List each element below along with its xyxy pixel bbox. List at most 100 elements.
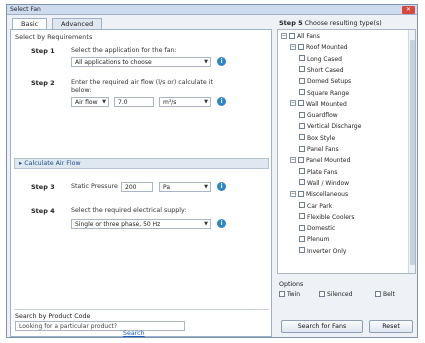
tree-item[interactable]: Long Cased xyxy=(299,55,342,64)
tree-item[interactable]: − All Fans xyxy=(281,32,320,41)
tree-item-checkbox[interactable] xyxy=(298,43,304,50)
option-belt-label: Belt xyxy=(383,291,395,298)
tree-item-checkbox[interactable] xyxy=(298,100,304,107)
info-icon[interactable]: i xyxy=(217,219,226,228)
left-panel: Basic Advanced Select by Requirements St… xyxy=(10,18,272,337)
tree-item[interactable]: − Miscellaneous xyxy=(290,190,349,199)
tree-expander-icon[interactable]: − xyxy=(290,100,296,107)
tree-item-label: Plate Fans xyxy=(307,168,338,176)
tree-item-label: Square Range xyxy=(307,89,350,97)
tree-item-label: Box Style xyxy=(307,134,336,142)
section-title: Select by Requirements xyxy=(15,33,93,41)
pressure-unit-value: Pa xyxy=(163,184,171,191)
tree-item-checkbox[interactable] xyxy=(299,66,305,73)
tree-item-label: Panel Mounted xyxy=(306,157,351,165)
tree-item[interactable]: Domestic xyxy=(299,224,335,233)
tree-item-checkbox[interactable] xyxy=(299,134,305,141)
electrical-supply-select[interactable]: Single or three phase, 50 Hz ▼ xyxy=(71,219,211,229)
tree-item[interactable]: Inverter Only xyxy=(299,247,347,256)
tab-advanced[interactable]: Advanced xyxy=(52,18,103,29)
tree-item-checkbox[interactable] xyxy=(299,145,305,152)
tree-scrollbar[interactable] xyxy=(408,30,415,273)
tree-item[interactable]: Guardflow xyxy=(299,111,338,120)
tree-item-checkbox[interactable] xyxy=(299,168,305,175)
tree-item-label: Long Cased xyxy=(307,55,342,63)
tree-item-label: Car Park xyxy=(307,202,333,210)
option-twin-label: Twin xyxy=(287,291,301,298)
option-silenced-label: Silenced xyxy=(327,291,353,298)
tree-item-label: Roof Mounted xyxy=(306,44,348,52)
tree-item-label: Domed Setups xyxy=(307,78,352,86)
tree-item[interactable]: Square Range xyxy=(299,89,350,98)
scrollbar-thumb[interactable] xyxy=(410,40,415,265)
tree-item-checkbox[interactable] xyxy=(299,202,305,208)
tree-item-checkbox[interactable] xyxy=(299,247,305,254)
option-belt[interactable]: Belt xyxy=(375,290,395,299)
info-icon[interactable]: i xyxy=(217,57,226,66)
tree-item-checkbox[interactable] xyxy=(298,156,304,163)
search-code-label: Search by Product Code xyxy=(15,313,91,320)
tree-item[interactable]: Box Style xyxy=(299,134,336,143)
checkbox-silenced[interactable] xyxy=(319,290,325,297)
tree-item[interactable]: Short Cased xyxy=(299,66,344,75)
close-button[interactable]: ✕ xyxy=(402,6,415,14)
reset-button[interactable]: Reset xyxy=(369,320,413,333)
search-for-fans-button[interactable]: Search for Fans xyxy=(281,320,363,333)
static-pressure-input[interactable]: 200 xyxy=(121,182,153,192)
tree-item-checkbox[interactable] xyxy=(298,190,304,197)
application-select[interactable]: All applications to choose ▼ xyxy=(71,57,211,67)
info-icon[interactable]: i xyxy=(217,97,226,106)
tree-item[interactable]: Panel Fans xyxy=(299,145,339,154)
airflow-input[interactable]: 7.0 xyxy=(114,97,154,107)
fan-type-tree[interactable]: − All Fans − Roof Mounted Long Cased Short Ca… xyxy=(277,29,416,274)
tree-item[interactable]: Wall / Window xyxy=(299,179,350,188)
tree-item[interactable]: Vertical Discharge xyxy=(299,122,362,131)
basic-tab-panel: Select by Requirements Step 1 Select the… xyxy=(10,29,272,337)
chevron-down-icon: ▼ xyxy=(204,184,208,190)
tree-item-checkbox[interactable] xyxy=(299,77,305,84)
tree-item-checkbox[interactable] xyxy=(299,55,305,62)
tab-advanced-label: Advanced xyxy=(61,20,94,28)
tree-expander-icon[interactable]: − xyxy=(290,156,296,163)
tree-item-label: Miscellaneous xyxy=(306,191,349,199)
calculate-airflow-label: Calculate Air Flow xyxy=(24,160,81,167)
info-icon[interactable]: i xyxy=(217,182,226,191)
tree-item[interactable]: Plate Fans xyxy=(299,168,338,177)
tree-item-checkbox[interactable] xyxy=(299,179,305,186)
tree-item-checkbox[interactable] xyxy=(299,111,305,118)
tree-expander-icon[interactable]: − xyxy=(281,32,287,39)
airflow-unit-select[interactable]: m³/s ▼ xyxy=(159,97,211,107)
tree-item[interactable]: Car Park xyxy=(299,202,333,211)
tree-item-checkbox[interactable] xyxy=(299,122,305,129)
product-code-input[interactable]: Looking for a particular product? xyxy=(15,321,185,331)
airflow-type-select[interactable]: Air flow ▼ xyxy=(71,97,109,107)
tree-item[interactable]: Flexible Coolers xyxy=(299,213,354,222)
tree-item[interactable]: − Roof Mounted xyxy=(290,43,348,52)
tree-item[interactable]: − Panel Mounted xyxy=(290,156,351,165)
tree-item-label: Inverter Only xyxy=(307,247,347,255)
tree-expander-icon[interactable]: − xyxy=(290,43,296,50)
search-link[interactable]: Search xyxy=(123,330,145,337)
tree-item[interactable]: − Wall Mounted xyxy=(290,100,347,109)
tree-item[interactable]: Domed Setups xyxy=(299,77,352,86)
window-title: Select Fan xyxy=(10,6,41,13)
step1-description: Select the application for the fan: xyxy=(71,47,177,54)
checkbox-twin[interactable] xyxy=(279,290,285,297)
tree-item-label: Panel Fans xyxy=(307,146,339,153)
calculate-airflow-expander[interactable]: ▸ Calculate Air Flow xyxy=(14,158,269,169)
tree-item-checkbox[interactable] xyxy=(299,213,305,220)
tree-item-checkbox[interactable] xyxy=(299,89,305,95)
checkbox-belt[interactable] xyxy=(375,290,381,297)
tree-item-checkbox[interactable] xyxy=(299,235,305,242)
tree-item-label: Wall / Window xyxy=(307,179,350,187)
tree-item[interactable]: Plenum xyxy=(299,235,329,244)
select-fan-window: Select Fan ✕ Basic Advanced Select by Re… xyxy=(6,4,418,338)
tree-item-checkbox[interactable] xyxy=(299,224,305,231)
tree-item-checkbox[interactable] xyxy=(289,32,295,39)
tree-expander-icon[interactable]: − xyxy=(290,190,296,197)
pressure-unit-select[interactable]: Pa ▼ xyxy=(159,182,211,192)
tree-item-label: Vertical Discharge xyxy=(307,123,362,131)
option-silenced[interactable]: Silenced xyxy=(319,290,353,299)
step5-header: Step 5 Choose resulting type(s) xyxy=(279,19,382,27)
option-twin[interactable]: Twin xyxy=(279,290,301,299)
